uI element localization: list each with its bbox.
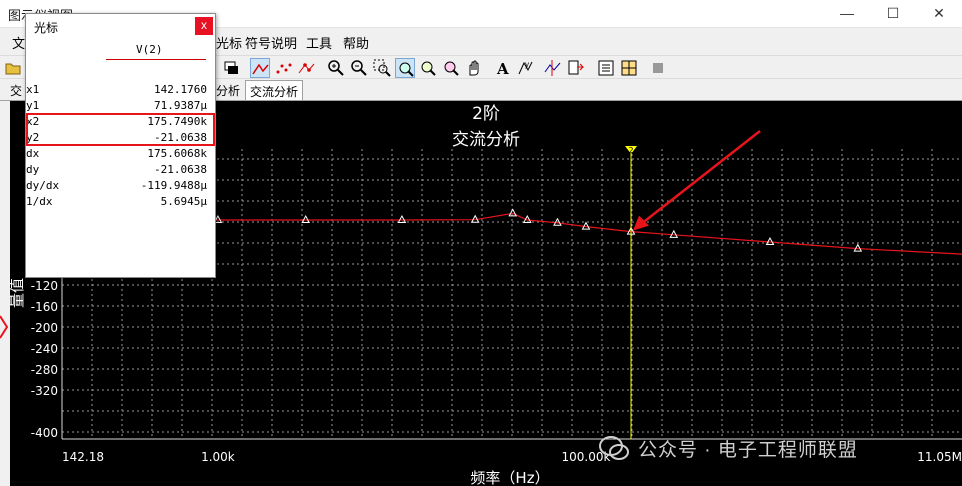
grid-settings-icon[interactable] [619,58,639,78]
row-key: dy/dx [26,179,60,192]
zoom-in-icon[interactable] [326,58,346,78]
dialog-close-button[interactable]: x [195,17,213,35]
y-axis-label: 量值 [10,278,26,308]
cursor-trace-icon[interactable] [543,58,563,78]
wechat-icon [599,436,629,460]
y-tick-label: -400 [31,426,58,440]
highlight-box [26,113,215,146]
watermark: 公众号 · 电子工程师联盟 [598,434,857,462]
row-value: 175.6068k [147,147,207,160]
row-key: 1/dx [26,195,53,208]
line-trace-icon[interactable] [250,58,270,78]
row-dydx: dy/dx -119.9488µ [26,178,215,193]
dot-trace-icon[interactable] [274,58,294,78]
svg-text:y: y [525,60,529,69]
y-tick-label: -200 [31,321,58,335]
series-marker [397,214,407,223]
x-tick-label: 1.00k [201,450,235,464]
row-dx: dx 175.6068k [26,146,215,161]
row-key: dy [26,163,40,176]
left-margin [0,101,10,486]
row-value: 142.1760 [154,83,207,96]
close-icon: x [201,18,207,32]
series-marker [508,208,518,217]
annotation-arrowhead [633,215,650,231]
row-x1: x1 142.1760 [26,82,215,97]
tab-ac-1[interactable]: 交 [6,80,26,100]
overlay-icon[interactable] [221,58,241,78]
menu-cursor[interactable]: 光标 [216,33,242,52]
tab-ac-analysis[interactable]: 交流分析 [245,80,304,100]
row-dy: dy -21.0638 [26,162,215,177]
y-tick-label: -160 [31,300,58,314]
row-key: y1 [26,99,40,112]
row-key: x1 [26,83,40,96]
column-header: V(2) [136,43,163,56]
marker-trace-icon[interactable] [297,58,317,78]
properties-icon[interactable] [596,58,616,78]
row-inv-dx: 1/dx 5.6945µ [26,194,215,209]
maximize-button[interactable]: ☐ [870,0,916,28]
zoom-x-icon[interactable] [418,58,438,78]
x-tick-label: 11.05M [917,450,962,464]
row-value: 5.6945µ [160,195,207,208]
y-tick-label: -320 [31,384,58,398]
minimize-button[interactable]: — [824,0,870,28]
row-y1: y1 71.9387µ [26,98,215,113]
x-tick-label: 142.18 [62,450,104,464]
x-axis-label: 频率（Hz） [470,469,549,486]
zoom-area-icon[interactable] [372,58,392,78]
zoom-out-icon[interactable] [349,58,369,78]
pan-hand-icon[interactable] [464,58,484,78]
y-tick-label: -120 [31,279,58,293]
svg-text:A: A [496,60,509,78]
open-icon[interactable] [3,58,23,78]
menu-help[interactable]: 帮助 [343,33,369,52]
menu-tools[interactable]: 工具 [306,33,332,52]
header-underline [106,59,206,60]
series-marker [301,214,311,223]
app-window: 图示仪视图 — ☐ ✕ 文 光标 符号说明 工具 帮助 [0,0,962,486]
annotation-arrow [638,130,761,227]
close-window-button[interactable]: ✕ [916,0,962,28]
zoom-fit-icon[interactable] [395,58,415,78]
zoom-y-icon[interactable] [441,58,461,78]
label-tool-icon[interactable]: y [515,58,535,78]
y-tick-label: -240 [31,342,58,356]
row-key: dx [26,147,40,160]
y-tick-label: -280 [31,363,58,377]
chart-title: 2阶 [472,104,500,124]
cursor-handle-label: 2 [628,146,633,155]
menu-file[interactable]: 文 [12,33,25,52]
export-icon[interactable] [566,58,586,78]
row-value: -21.0638 [154,163,207,176]
row-value: -119.9488µ [140,179,207,192]
chart-subtitle: 交流分析 [452,130,520,150]
text-tool-icon[interactable]: A [493,58,513,78]
stop-icon[interactable] [648,58,668,78]
menu-legend[interactable]: 符号说明 [245,33,297,52]
row-value: 71.9387µ [154,99,207,112]
cursor-dialog: 光标 x V(2) x1 142.1760 y1 71.9387µ x2 175.74… [25,13,216,278]
tab-analysis[interactable]: 分析 [212,80,244,100]
cursor-dialog-title: 光标 [34,21,59,35]
watermark-text: 公众号 · 电子工程师联盟 [638,440,858,461]
